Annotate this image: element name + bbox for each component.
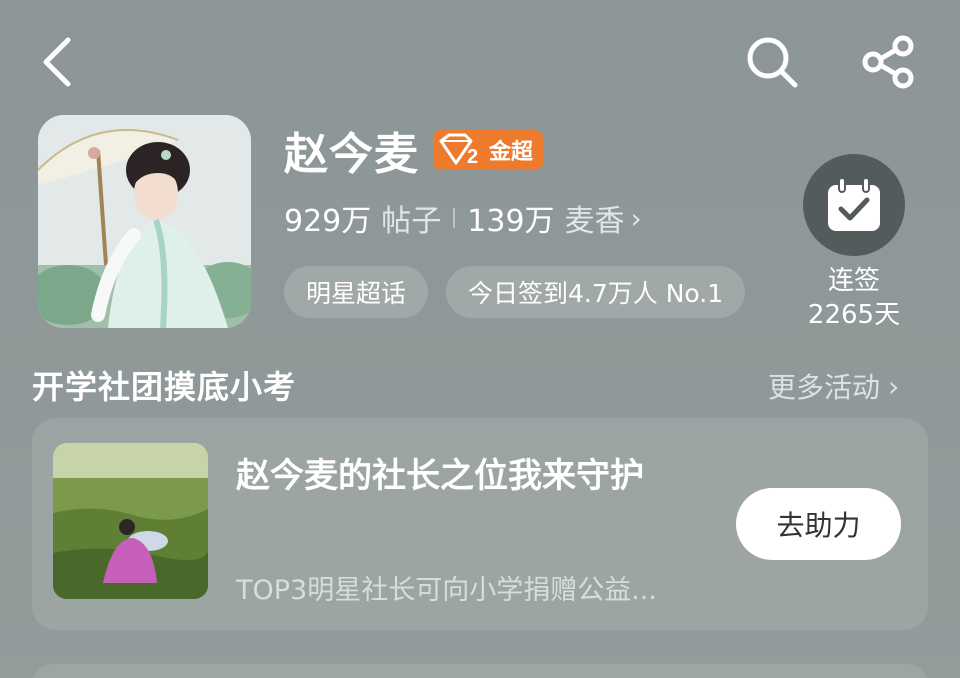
section-title: 开学社团摸底小考: [32, 368, 297, 406]
checkin-button[interactable]: [803, 154, 905, 256]
posts-label: 帖子: [381, 204, 442, 239]
activity-image: [53, 443, 208, 599]
avatar-image: [38, 115, 251, 328]
tag-list: 明星超话 今日签到4.7万人 No.1: [284, 266, 776, 320]
help-button[interactable]: 去助力: [736, 488, 901, 560]
search-icon: [747, 37, 798, 88]
share-button[interactable]: [860, 34, 918, 90]
calendar-check-icon: [828, 177, 880, 231]
checkin-days: 2265天: [807, 300, 901, 330]
posts-count: 929万: [284, 204, 372, 239]
next-card[interactable]: [32, 664, 928, 678]
checkin-streak: 连签 2265天: [796, 264, 912, 332]
search-button[interactable]: [744, 34, 800, 90]
badge-level-number: 2: [467, 146, 478, 167]
back-button[interactable]: [34, 34, 78, 90]
chevron-right-icon: ›: [630, 201, 642, 235]
more-activities-link[interactable]: 更多活动 ›: [768, 366, 899, 406]
diamond-level-icon: 2: [439, 133, 478, 167]
back-chevron-icon: [43, 37, 71, 87]
more-activities-label: 更多活动: [768, 371, 881, 404]
share-icon: [862, 35, 914, 89]
activity-title: 赵今麦的社长之位我来守护: [236, 456, 644, 496]
activity-thumbnail: [53, 443, 208, 599]
topic-avatar[interactable]: [38, 115, 251, 328]
checkin-label: 连签: [827, 266, 880, 296]
stats-divider: [453, 208, 456, 228]
stats-row[interactable]: 929万 帖子 139万 麦香 ›: [284, 196, 642, 240]
level-badge[interactable]: 2 金超: [433, 130, 544, 170]
badge-label: 金超: [489, 140, 534, 165]
topic-title: 赵今麦: [284, 129, 419, 180]
tag-daily-checkin-rank[interactable]: 今日签到4.7万人 No.1: [446, 266, 746, 318]
activity-subtitle: TOP3明星社长可向小学捐赠公益...: [236, 575, 657, 606]
chevron-right-icon: ›: [888, 369, 900, 403]
tag-celebrity-topic[interactable]: 明星超话: [284, 266, 429, 318]
fans-count: 139万: [467, 204, 555, 239]
title-row: 赵今麦 2 金超: [284, 118, 544, 182]
fans-label: 麦香: [564, 204, 625, 239]
